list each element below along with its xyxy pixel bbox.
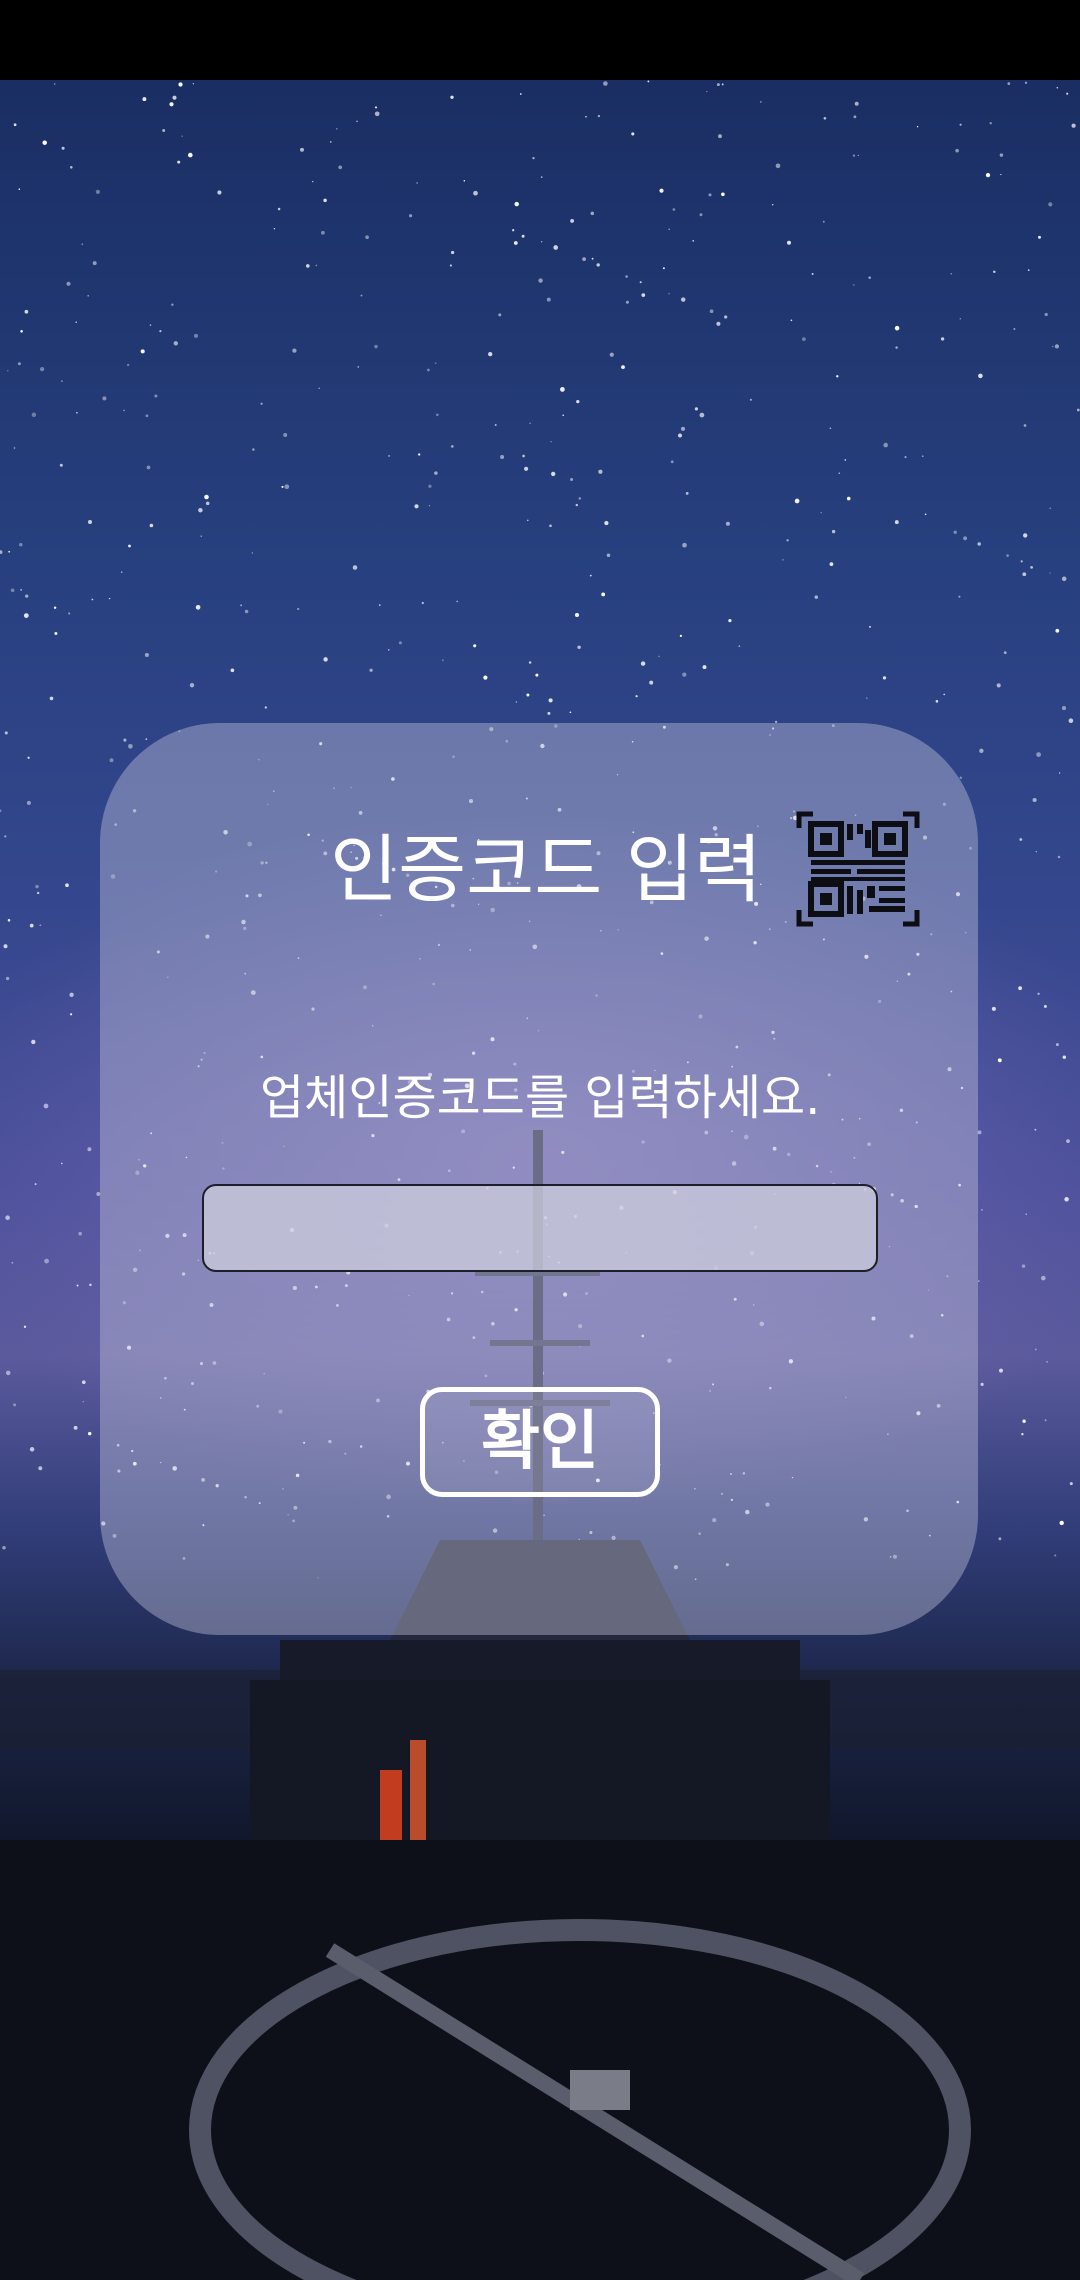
qr-code-icon — [796, 811, 920, 927]
auth-code-input[interactable] — [202, 1184, 878, 1272]
status-bar — [0, 0, 1080, 80]
qr-scan-button[interactable] — [795, 810, 921, 928]
dialog-prompt: 업체인증코드를 입력하세요. — [260, 1070, 821, 1126]
dialog-title: 인증코드 입력 — [330, 827, 763, 913]
confirm-button[interactable]: 확인 — [420, 1387, 660, 1497]
